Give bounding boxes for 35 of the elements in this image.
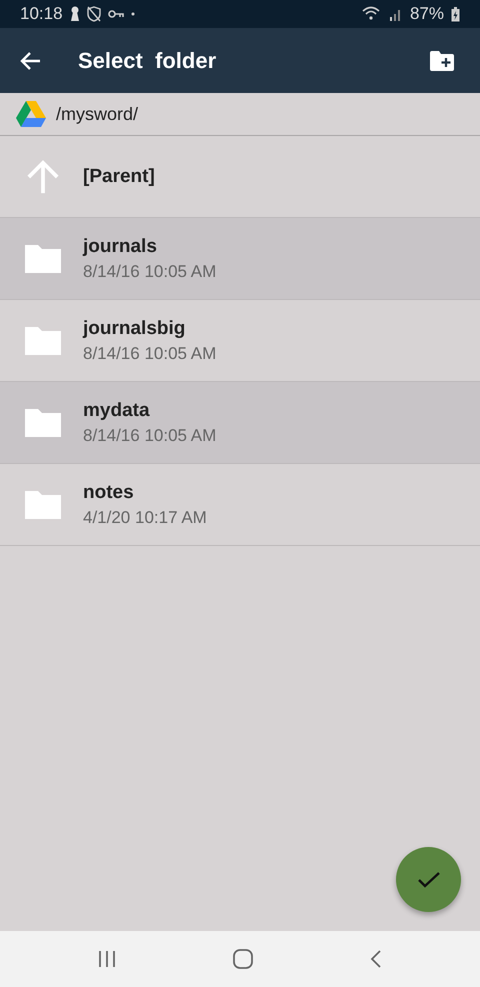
folder-name: notes [83, 482, 135, 504]
folder-row[interactable]: journals 8/14/16 10:05 AM [0, 218, 480, 300]
wifi-icon [362, 6, 382, 22]
dot-icon [130, 12, 135, 16]
folder-date: 8/14/16 10:05 AM [83, 344, 216, 364]
folder-icon [25, 408, 61, 436]
folder-name: [Parent] [83, 166, 155, 188]
folder-name: journalsbig [83, 318, 186, 340]
folder-plus-icon [430, 50, 454, 70]
drive-icon [16, 101, 46, 127]
key-icon [108, 9, 124, 19]
home-icon[interactable] [232, 948, 254, 970]
back-arrow-icon [20, 50, 42, 70]
folder-path: /mysword/ [56, 104, 138, 124]
folder-name: journals [83, 236, 158, 258]
folder-icon [25, 326, 61, 354]
folder-icon [25, 244, 61, 272]
recent-apps-icon[interactable] [97, 950, 118, 968]
battery-percent: 87% [410, 4, 444, 24]
up-arrow-icon [25, 158, 61, 196]
back-icon[interactable] [368, 949, 383, 969]
check-icon [418, 872, 440, 888]
shield-icon [86, 6, 101, 22]
folder-name: mydata [83, 400, 151, 422]
screen-title: Select folder [78, 48, 216, 74]
confirm-button[interactable] [396, 847, 461, 912]
folder-icon [25, 490, 61, 518]
battery-icon [451, 6, 460, 22]
status-time: 10:18 [20, 4, 63, 24]
folder-date: 8/14/16 10:05 AM [83, 262, 216, 282]
folder-date: 8/14/16 10:05 AM [83, 426, 216, 446]
signal-icon [388, 7, 403, 21]
folder-row[interactable]: mydata 8/14/16 10:05 AM [0, 382, 480, 464]
folder-date: 4/1/20 10:17 AM [83, 508, 207, 528]
keyhole-icon [70, 6, 80, 22]
